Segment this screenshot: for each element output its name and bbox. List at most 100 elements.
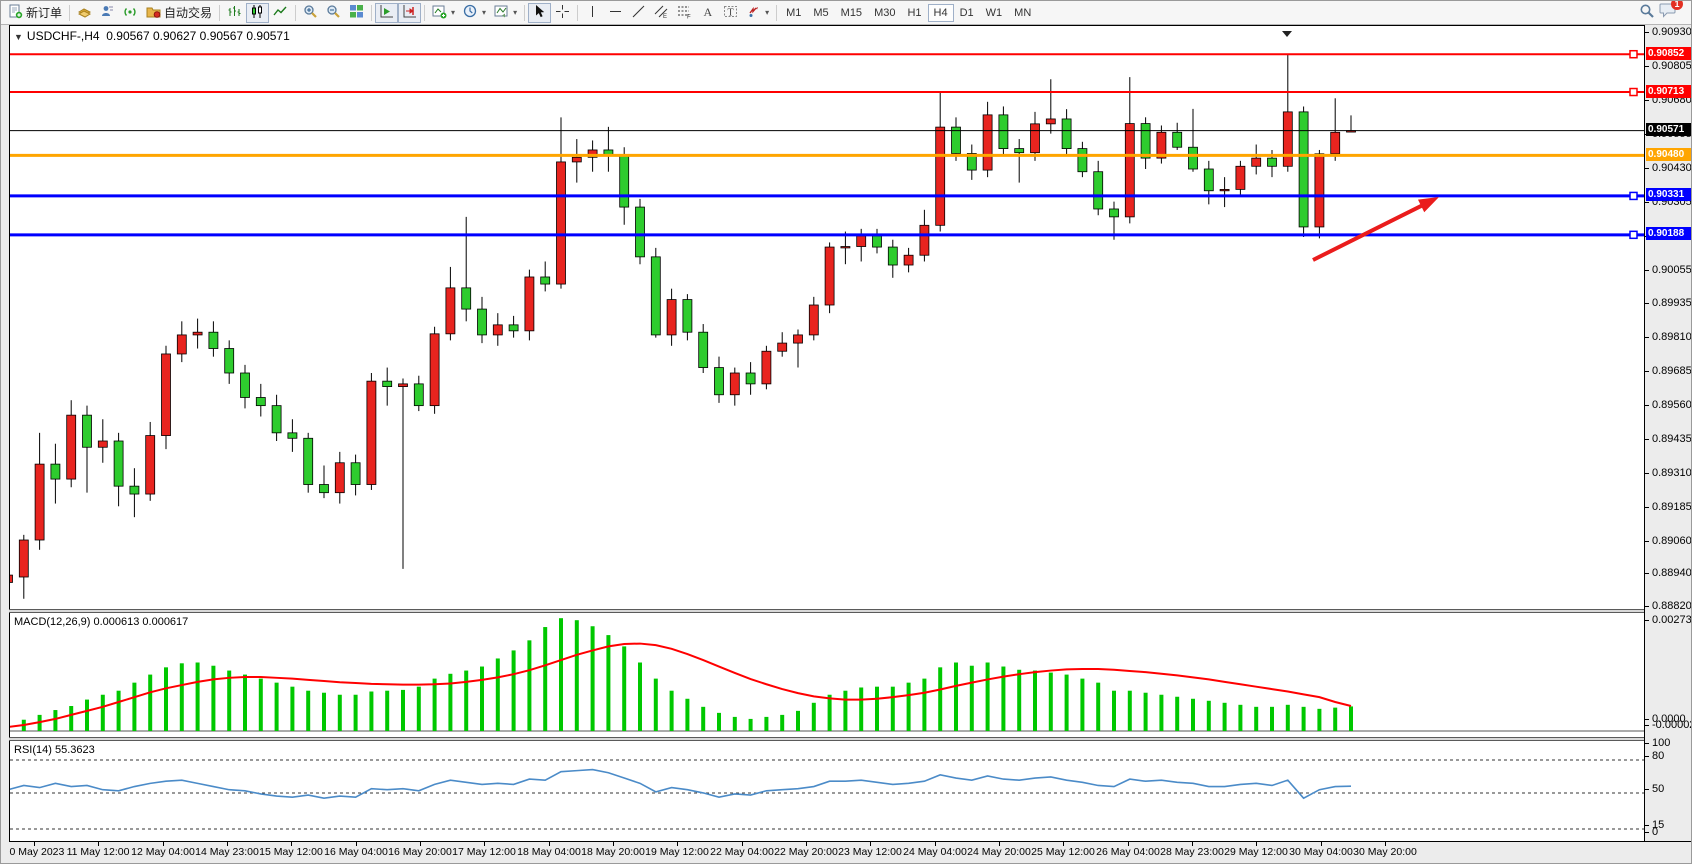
macd-histogram-bar (1144, 693, 1148, 731)
price-axis[interactable]: 0.909300.908050.906800.905550.904300.903… (1644, 25, 1692, 841)
macd-histogram-bar (259, 679, 263, 731)
horizontal-line-button[interactable] (604, 3, 627, 23)
macd-histogram-bar (543, 627, 547, 731)
timeframe-m30-button[interactable]: M30 (868, 4, 901, 22)
vertical-line-button[interactable] (581, 3, 604, 23)
trend-arrow[interactable] (1313, 204, 1425, 260)
macd-histogram-bar (1065, 675, 1069, 731)
text-button[interactable]: A (696, 3, 719, 23)
rsi-panel[interactable]: RSI(14) 55.3623 (9, 741, 1644, 841)
candle-body (857, 236, 866, 247)
timeframe-m5-button[interactable]: M5 (807, 4, 834, 22)
horizontal-line-icon (608, 4, 623, 22)
macd-histogram-bar (338, 695, 342, 731)
toolbar-separator (424, 5, 425, 21)
arrows-button[interactable]: ▾ (742, 3, 773, 23)
macd-histogram-bar (1128, 691, 1132, 731)
candle-body (177, 335, 186, 354)
fibonacci-button[interactable]: F (673, 3, 696, 23)
timeframe-m15-button[interactable]: M15 (835, 4, 868, 22)
macd-histogram-bar (496, 658, 500, 731)
periods-button[interactable]: ▾ (459, 3, 490, 23)
price-tick-label: 0.90805 (1652, 60, 1692, 72)
macd-histogram-bar (211, 666, 215, 731)
macd-histogram-bar (464, 671, 468, 731)
new-order-icon (8, 4, 23, 22)
timeframe-w1-button[interactable]: W1 (980, 4, 1009, 22)
candle-body (1236, 166, 1245, 189)
line-chart-icon (273, 4, 288, 22)
candle-body (67, 415, 76, 479)
auto-trading-button[interactable]: 自动交易 (142, 3, 216, 23)
time-label: 19 May 12:00 (645, 846, 709, 858)
new-order-button[interactable]: 新订单 (4, 3, 66, 23)
crosshair-button[interactable] (551, 3, 574, 23)
timeframe-m1-button[interactable]: M1 (780, 4, 807, 22)
line-chart-button[interactable] (269, 3, 292, 23)
timeframe-h4-button[interactable]: H4 (928, 4, 954, 22)
macd-panel[interactable]: MACD(12,26,9) 0.000613 0.000617 (9, 613, 1644, 737)
rsi-axis-label: 50 (1652, 783, 1664, 795)
price-tick-label: 0.89435 (1652, 433, 1692, 445)
candle-body (620, 155, 629, 207)
line-handle[interactable] (1630, 231, 1637, 238)
macd-histogram-bar (69, 706, 73, 731)
macd-histogram-bar (591, 626, 595, 731)
market-watch-button[interactable] (73, 3, 96, 23)
candle-body (225, 349, 234, 373)
line-handle[interactable] (1630, 192, 1637, 199)
trendline-button[interactable] (627, 3, 650, 23)
notifications-button[interactable]: 1 (1659, 2, 1677, 24)
macd-histogram-bar (670, 691, 674, 731)
candle-body (209, 332, 218, 348)
main-chart-panel[interactable]: ▼USDCHF-,H4 0.90567 0.90627 0.90567 0.90… (9, 25, 1644, 609)
signal-button[interactable] (119, 3, 142, 23)
candlestick-chart-button[interactable] (246, 3, 269, 23)
macd-histogram-bar (812, 703, 816, 731)
candle-body (1078, 149, 1087, 172)
cursor-button[interactable] (528, 3, 551, 23)
axis-tick (1645, 303, 1649, 304)
tile-windows-button[interactable] (345, 3, 368, 23)
candlestick-plot[interactable] (10, 26, 1644, 609)
chart-shift-marker[interactable] (1282, 31, 1292, 37)
search-icon (1639, 3, 1655, 22)
dropdown-arrow-icon: ▾ (513, 8, 517, 17)
line-handle[interactable] (1630, 51, 1637, 58)
macd-plot[interactable] (10, 613, 1644, 737)
candle-body (557, 162, 566, 284)
bar-chart-button[interactable] (223, 3, 246, 23)
text-label-button[interactable]: T (719, 3, 742, 23)
templates-button[interactable]: ▾ (490, 3, 521, 23)
rsi-plot[interactable] (10, 741, 1644, 841)
candle-body (10, 575, 13, 582)
auto-scroll-button[interactable] (375, 3, 398, 23)
macd-histogram-bar (1017, 670, 1021, 731)
macd-histogram-bar (1223, 703, 1227, 731)
timeframe-h1-button[interactable]: H1 (901, 4, 927, 22)
timeframe-mn-button[interactable]: MN (1008, 4, 1037, 22)
time-axis[interactable]: 10 May 202311 May 12:0012 May 04:0014 Ma… (9, 841, 1692, 863)
equidistant-channel-button[interactable]: E (650, 3, 673, 23)
price-tick-label: 0.89185 (1652, 501, 1692, 513)
axis-tick (1645, 756, 1649, 757)
profile-icon (100, 4, 115, 22)
zoom-in-button[interactable] (299, 3, 322, 23)
line-handle[interactable] (1630, 89, 1637, 96)
zoom-out-button[interactable] (322, 3, 345, 23)
macd-histogram-bar (749, 719, 753, 731)
chart-shift-button[interactable] (398, 3, 421, 23)
indicators-button[interactable]: ▾ (428, 3, 459, 23)
toolbar-separator (69, 5, 70, 21)
price-tag: 0.90852 (1646, 47, 1692, 60)
time-label: 17 May 12:00 (452, 846, 516, 858)
timeframe-d1-button[interactable]: D1 (954, 4, 980, 22)
candle-body (399, 384, 408, 387)
symbol-dropdown-icon[interactable]: ▼ (14, 32, 23, 42)
search-button[interactable] (1635, 3, 1659, 23)
toolbar-separator (219, 5, 220, 21)
candle-body (1331, 132, 1340, 153)
axis-tick (1645, 725, 1649, 726)
profile-button[interactable] (96, 3, 119, 23)
toolbar-separator (776, 5, 777, 21)
